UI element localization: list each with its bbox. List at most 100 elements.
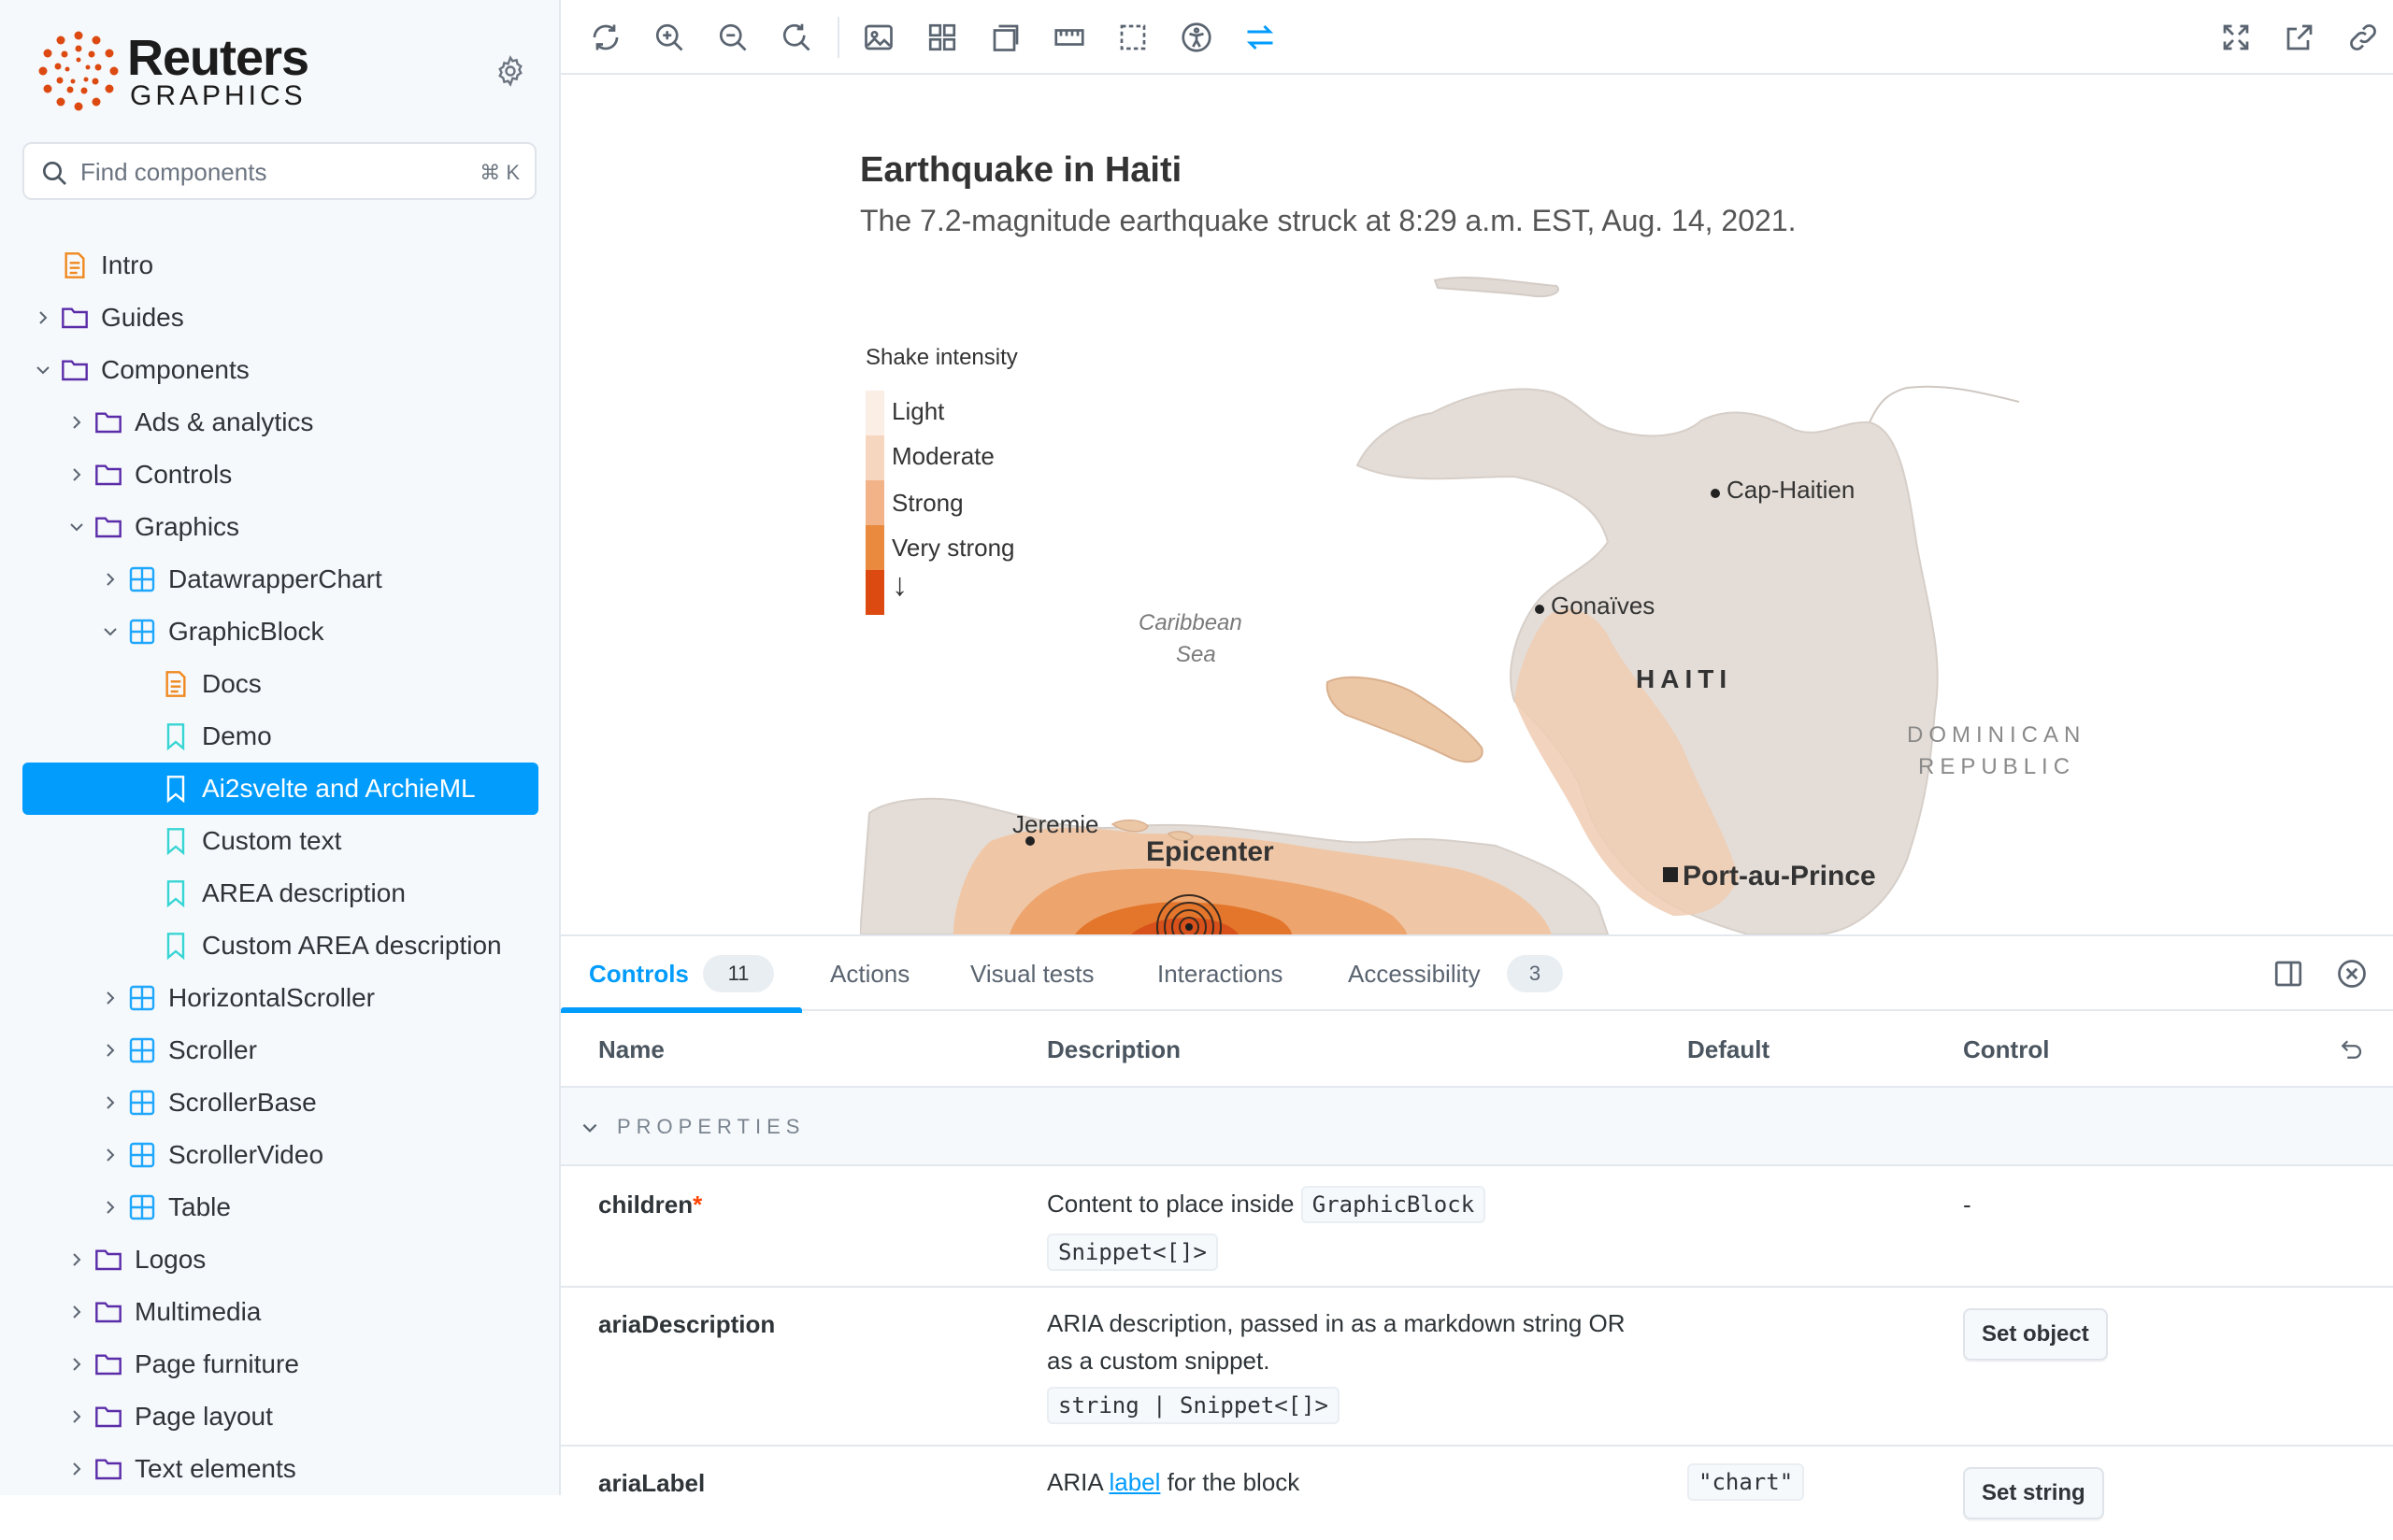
properties-section-toggle[interactable]: PROPERTIES [561,1088,2393,1166]
tab-visual-tests[interactable]: Visual tests [942,936,1111,1011]
tree-item-multimedia[interactable]: Multimedia [22,1286,538,1338]
reload-icon[interactable] [589,21,623,54]
tree-item-graphicblock[interactable]: GraphicBlock [22,606,538,658]
tree-item-label: Components [101,355,250,384]
tree-item-page-layout[interactable]: Page layout [22,1390,538,1443]
tree-item-label: Multimedia [135,1297,262,1326]
tab-controls[interactable]: Controls 11 [561,936,802,1013]
bookmark-icon [166,723,185,751]
column-name: Name [598,1035,665,1063]
tree-item-horizontalscroller[interactable]: HorizontalScroller [22,972,538,1024]
tree-item-label: AREA description [202,878,406,907]
label-republic: REPUBLIC [1918,754,2076,779]
prop-control-value: - [1963,1191,1971,1219]
legend-title: Shake intensity [866,345,1018,370]
background-image-icon[interactable] [862,21,896,54]
tree-item-label: Custom AREA description [202,931,502,960]
tree-item-guides[interactable]: Guides [22,292,538,344]
folder-icon [95,1354,122,1376]
prop-description: ARIA label for the block [1047,1468,1300,1496]
chevron-right-icon [73,468,81,481]
reset-controls-icon[interactable] [2337,1035,2365,1063]
tree-item-scrollervideo[interactable]: ScrollerVideo [22,1129,538,1181]
tree-item-text-elements[interactable]: Text elements [22,1443,538,1495]
prop-name: ariaLabel [598,1469,706,1497]
tab-interactions[interactable]: Interactions [1129,936,1297,1011]
tree-item-demo[interactable]: Demo [22,710,538,763]
tab-badge: 11 [703,955,774,992]
open-new-tab-icon[interactable] [2283,21,2316,54]
chevron-right-icon [107,1096,115,1109]
tree-item-label: Table [168,1192,231,1221]
gear-icon[interactable] [494,54,527,88]
label-haiti: HAITI [1636,664,1733,693]
tree-item-datawrapperchart[interactable]: DatawrapperChart [22,553,538,606]
panel-orientation-icon[interactable] [2271,957,2305,991]
tree-item-custom-area-description[interactable]: Custom AREA description [22,920,538,972]
legend-label-strong: Strong [892,489,964,517]
tree-item-label: Text elements [135,1454,296,1483]
component-icon [129,1037,155,1063]
label-caribbean: Caribbean [1139,610,1242,635]
zoom-in-icon[interactable] [652,21,686,54]
tree-item-intro[interactable]: Intro [22,239,538,292]
chevron-down-icon [104,628,117,636]
component-icon [129,566,155,592]
prop-description: Content to place inside GraphicBlock [1047,1185,1645,1223]
tree-item-ads-analytics[interactable]: Ads & analytics [22,396,538,449]
table-row: ariaDescription ARIA description, passed… [561,1288,2393,1447]
bookmark-icon [166,828,185,856]
tree-item-scroller[interactable]: Scroller [22,1024,538,1077]
copy-link-icon[interactable] [2346,21,2380,54]
tree-item-ai2svelte-archieml[interactable]: Ai2svelte and ArchieML [22,763,538,815]
tree-item-label: Ai2svelte and ArchieML [202,774,476,803]
tree-item-controls[interactable]: Controls [22,449,538,501]
brand-logo-link[interactable]: Reuters GRAPHICS [36,28,335,114]
set-string-button[interactable]: Set string [1963,1467,2104,1519]
tree-item-table[interactable]: Table [22,1181,538,1233]
tree-item-components[interactable]: Components [22,344,538,396]
chevron-right-icon [73,1305,81,1319]
search-shortcut: ⌘ K [480,161,520,184]
code-graphicblock: GraphicBlock [1300,1186,1486,1223]
grid-icon[interactable] [925,21,959,54]
tree-item-scrollerbase[interactable]: ScrollerBase [22,1077,538,1129]
tree-item-logos[interactable]: Logos [22,1233,538,1286]
tab-accessibility[interactable]: Accessibility 3 [1316,936,1587,1011]
component-icon [129,1090,155,1116]
outline-icon[interactable] [1116,21,1150,54]
label-jeremie: Jeremie [1012,810,1099,838]
measure-icon[interactable] [1053,21,1086,54]
graphic-subtitle: The 7.2-magnitude earthquake struck at 8… [860,204,1797,237]
set-object-button[interactable]: Set object [1963,1308,2108,1361]
tree-item-page-furniture[interactable]: Page furniture [22,1338,538,1390]
search-input[interactable]: Find components ⌘ K [22,142,537,200]
aria-label-link[interactable]: label [1109,1468,1160,1496]
chevron-right-icon [107,1148,115,1162]
tree-item-custom-text[interactable]: Custom text [22,815,538,867]
tab-label: Actions [830,960,910,988]
zoom-out-icon[interactable] [716,21,750,54]
reuters-logo-icon [38,31,119,111]
tree-item-docs[interactable]: Docs [22,658,538,710]
tree-item-graphics[interactable]: Graphics [22,501,538,553]
fullscreen-icon[interactable] [2219,21,2253,54]
close-icon[interactable] [2335,957,2369,991]
tab-label: Visual tests [970,960,1095,988]
toolbar-divider [838,17,839,58]
tree-item-label: HorizontalScroller [168,983,375,1012]
viewport-icon[interactable] [989,21,1023,54]
folder-icon [95,1249,122,1271]
zoom-reset-icon[interactable] [780,21,813,54]
tab-label: Accessibility [1348,960,1481,988]
folder-icon [95,1406,122,1428]
graphic-block: Earthquake in Haiti The 7.2-magnitude ea… [561,75,2393,934]
component-tree: Intro Guides Components Ads & analytics … [22,239,538,1495]
folder-icon [95,1302,122,1323]
preview-toolbar [561,0,2393,75]
accessibility-icon[interactable] [1180,21,1213,54]
tree-item-area-description[interactable]: AREA description [22,867,538,920]
direction-toggle-icon[interactable] [1243,21,1277,54]
tab-actions[interactable]: Actions [802,936,924,1011]
tree-item-label: Demo [202,721,272,750]
